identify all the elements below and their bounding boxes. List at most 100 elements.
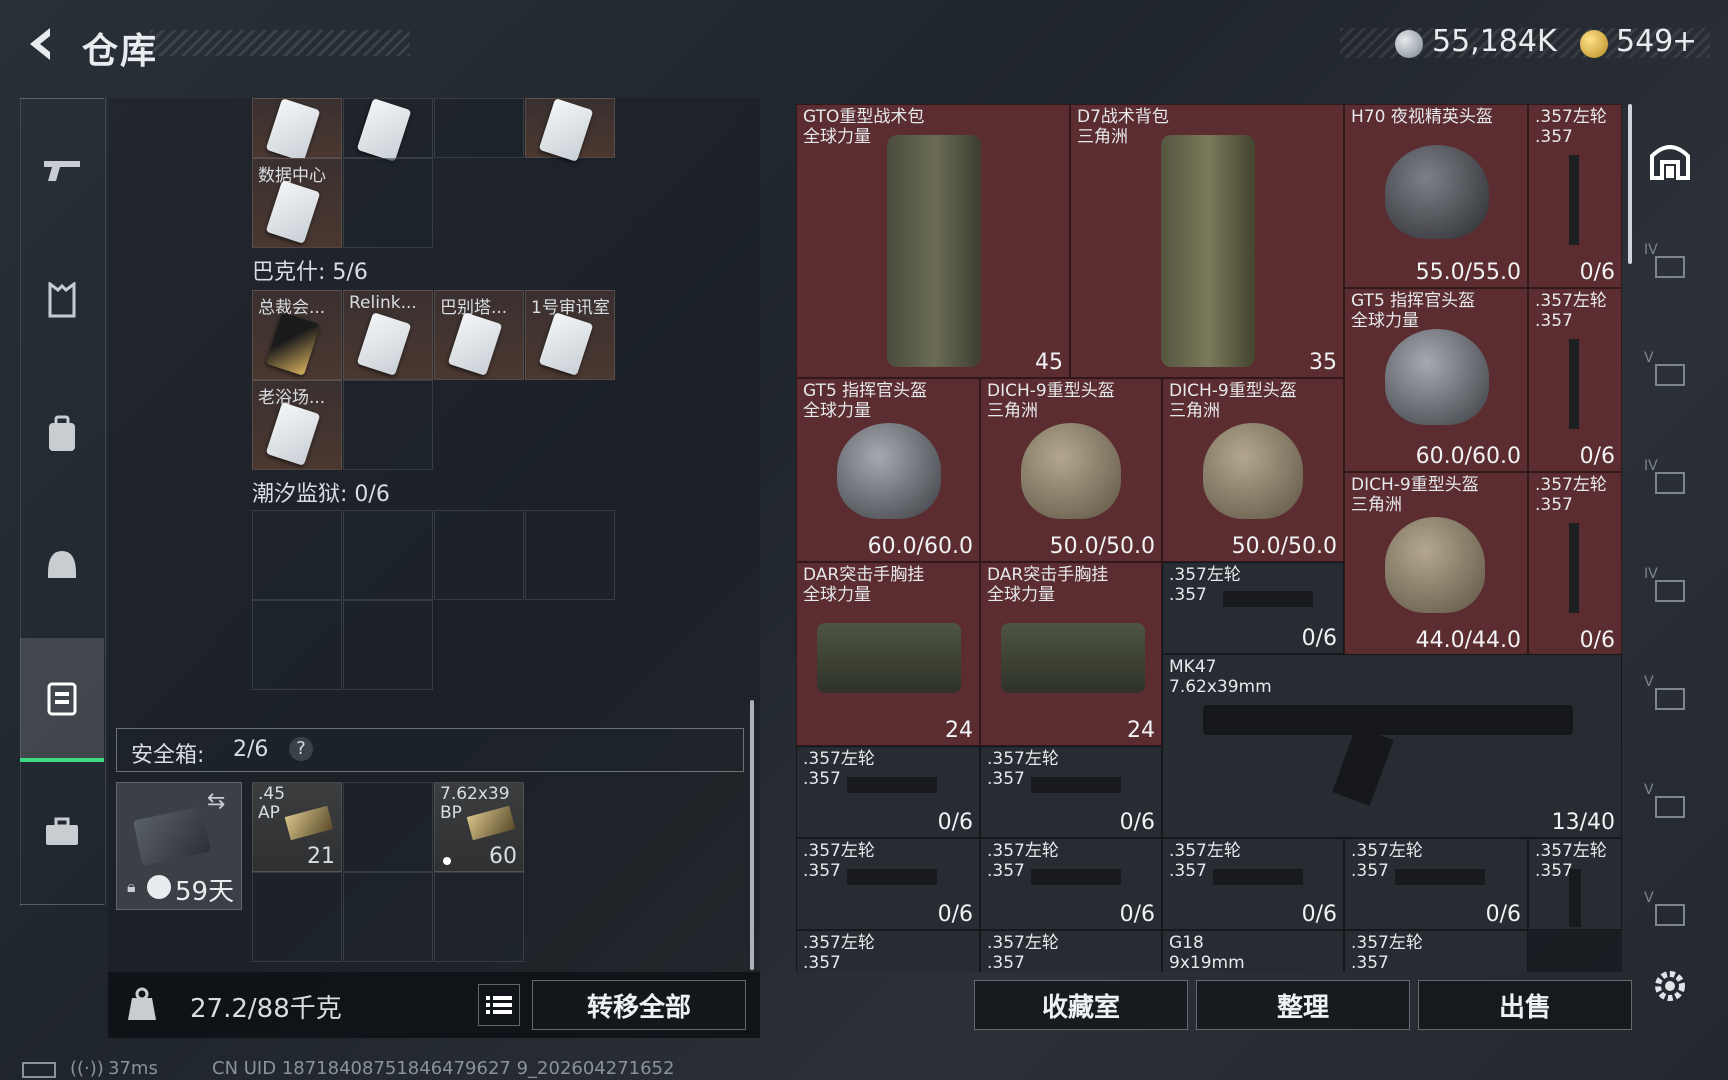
safebox-container[interactable]: ⇆ 🔒︎ 59天 xyxy=(116,782,242,910)
stash-cell[interactable] xyxy=(343,510,433,600)
inventory-item-revolver[interactable]: .357左轮 .357 xyxy=(796,930,980,972)
inventory-item-revolver[interactable]: .357左轮 .357 xyxy=(980,930,1162,972)
stash-cell[interactable] xyxy=(252,600,342,690)
stash-item-keycard[interactable]: 总裁会... xyxy=(252,290,342,380)
inventory-scrollbar[interactable] xyxy=(1628,104,1632,264)
list-view-button[interactable] xyxy=(478,984,520,1026)
list-icon xyxy=(486,996,512,1014)
ammo-item[interactable]: .45 AP 21 xyxy=(252,782,342,872)
inventory-item-chest-rig[interactable]: DAR突击手胸挂 全球力量 24 xyxy=(796,562,980,746)
helmet-image xyxy=(1385,329,1489,425)
right-nav-tier-item[interactable]: V xyxy=(1640,884,1700,944)
stash-cell[interactable] xyxy=(252,872,342,962)
right-nav-tier-item[interactable]: IV xyxy=(1640,560,1700,620)
inventory-item-pistol[interactable]: G18 9x19mm xyxy=(1162,930,1344,972)
stash-cell[interactable] xyxy=(434,510,524,600)
nav-backpack[interactable] xyxy=(20,384,104,484)
inventory-item-revolver[interactable]: .357左轮 .357 xyxy=(1528,838,1622,930)
revolver-image xyxy=(1223,591,1313,607)
inventory-item-helmet[interactable]: DICH-9重型头盔 三角洲 50.0/50.0 xyxy=(980,378,1162,562)
inventory-item-helmet[interactable]: DICH-9重型头盔 三角洲 44.0/44.0 xyxy=(1344,472,1528,656)
section-bakshi: 巴克什: 5/6 xyxy=(252,260,368,285)
stash-cell[interactable] xyxy=(343,600,433,690)
stash-cell[interactable] xyxy=(343,380,433,470)
stash-item-keycard[interactable]: Relink... xyxy=(343,290,433,380)
inventory-item-revolver[interactable]: .357左轮 .357 0/6 xyxy=(1528,472,1622,656)
inventory-item-revolver[interactable]: .357左轮 .357 0/6 xyxy=(1344,838,1528,930)
inventory-item-revolver[interactable]: .357左轮 .357 0/6 xyxy=(796,838,980,930)
safebox-help-button[interactable]: ? xyxy=(289,737,313,761)
inventory-item-helmet[interactable]: GT5 指挥官头盔 全球力量 60.0/60.0 xyxy=(1344,288,1528,472)
stash-item-keycard[interactable]: 1号审讯室 xyxy=(525,290,615,380)
stash-cell[interactable] xyxy=(343,872,433,962)
nav-briefcase[interactable] xyxy=(20,782,104,882)
revolver-image xyxy=(1569,523,1579,613)
sell-button[interactable]: 出售 xyxy=(1418,980,1632,1030)
stash-cell[interactable] xyxy=(434,98,524,158)
currency-silver: 55,184K xyxy=(1432,24,1557,59)
inventory-grid: GTO重型战术包 全球力量 45 D7战术背包 三角洲 35 H70 夜视精英头… xyxy=(796,104,1622,972)
right-nav-all[interactable] xyxy=(1640,130,1700,190)
inventory-item-helmet[interactable]: GT5 指挥官头盔 全球力量 60.0/60.0 xyxy=(796,378,980,562)
swap-icon[interactable]: ⇆ xyxy=(207,789,225,814)
stash-bottom-bar: 27.2/88千克 转移全部 xyxy=(108,972,760,1038)
item-tier-icon xyxy=(1655,688,1685,710)
ping-text: 37ms xyxy=(108,1058,158,1079)
stash-item-keycard[interactable]: 数据中心 xyxy=(252,158,342,248)
right-nav-tier-item[interactable]: IV xyxy=(1640,452,1700,512)
helmet-icon xyxy=(48,551,76,578)
stash-cell[interactable] xyxy=(252,98,342,162)
inventory-item-helmet[interactable]: DICH-9重型头盔 三角洲 50.0/50.0 xyxy=(1162,378,1344,562)
inventory-item-revolver[interactable]: .357左轮 .357 0/6 xyxy=(796,746,980,838)
inventory-item-revolver[interactable]: .357左轮 .357 0/6 xyxy=(980,838,1162,930)
nav-armor[interactable] xyxy=(20,250,104,350)
transfer-all-button[interactable]: 转移全部 xyxy=(532,980,746,1030)
right-nav-tier-item[interactable]: V xyxy=(1640,776,1700,836)
safebox-label: 安全箱: xyxy=(131,743,205,768)
stash-item-keycard[interactable]: 巴别塔... xyxy=(434,290,524,380)
inventory-item-revolver[interactable]: .357左轮 .357 0/6 xyxy=(1528,104,1622,288)
inventory-item-chest-rig[interactable]: DAR突击手胸挂 全球力量 24 xyxy=(980,562,1162,746)
right-nav-tier-armor[interactable]: IV xyxy=(1640,236,1700,296)
sort-button[interactable]: 整理 xyxy=(1196,980,1410,1030)
stash-cell[interactable] xyxy=(525,510,615,600)
nav-storage[interactable] xyxy=(20,638,104,762)
collection-room-button[interactable]: 收藏室 xyxy=(974,980,1188,1030)
stash-cell[interactable] xyxy=(252,510,342,600)
inventory-item-backpack[interactable]: D7战术背包 三角洲 35 xyxy=(1070,104,1344,378)
inventory-item-revolver[interactable]: .357左轮 .357 0/6 xyxy=(1162,838,1344,930)
stash-cell[interactable] xyxy=(343,98,433,162)
right-nav-tier-item[interactable]: V xyxy=(1640,344,1700,404)
inventory-item-revolver[interactable]: .357左轮 .357 xyxy=(1344,930,1528,972)
uid-text: CN UID 18718408751846479627 9_2026042716… xyxy=(212,1058,675,1079)
stash-cell[interactable] xyxy=(343,782,433,872)
nav-helmet[interactable] xyxy=(20,514,104,614)
safebox-capacity: 2/6 xyxy=(233,737,269,762)
revolver-image xyxy=(847,777,937,793)
stash-cell[interactable] xyxy=(434,872,524,962)
safebox-image xyxy=(132,806,212,866)
right-nav-tier-item[interactable]: V xyxy=(1640,668,1700,728)
stash-cell[interactable] xyxy=(343,158,433,248)
item-tier-icon xyxy=(1655,364,1685,386)
nav-weapons[interactable] xyxy=(20,120,104,220)
add-currency-button[interactable]: + xyxy=(1672,24,1697,59)
ammo-item[interactable]: 7.62x39 BP 60 xyxy=(434,782,524,872)
safebox-header: 安全箱: 2/6 ? xyxy=(116,728,744,772)
stash-item-keycard[interactable]: 老浴场... xyxy=(252,380,342,470)
inventory-item-revolver[interactable]: .357左轮 .357 0/6 xyxy=(1528,288,1622,472)
inventory-item-revolver[interactable]: .357左轮 .357 0/6 xyxy=(980,746,1162,838)
ammo-count: 60 xyxy=(489,844,517,869)
pistol-icon xyxy=(44,161,80,181)
stash-cell[interactable] xyxy=(525,98,615,162)
rifle-image xyxy=(1203,705,1573,735)
inventory-item-backpack[interactable]: GTO重型战术包 全球力量 45 xyxy=(796,104,1070,378)
stash-scrollbar[interactable] xyxy=(750,700,754,970)
gold-coin-icon xyxy=(1580,30,1608,58)
inventory-item-rifle[interactable]: MK47 7.62x39mm 13/40 xyxy=(1162,654,1622,838)
inventory-item-helmet[interactable]: H70 夜视精英头盔 55.0/55.0 xyxy=(1344,104,1528,288)
inventory-item-revolver[interactable]: .357左轮 .357 0/6 xyxy=(1162,562,1344,654)
back-button[interactable] xyxy=(20,22,64,66)
settings-button[interactable] xyxy=(1640,956,1700,1016)
wifi-icon: ((·)) xyxy=(70,1058,104,1079)
